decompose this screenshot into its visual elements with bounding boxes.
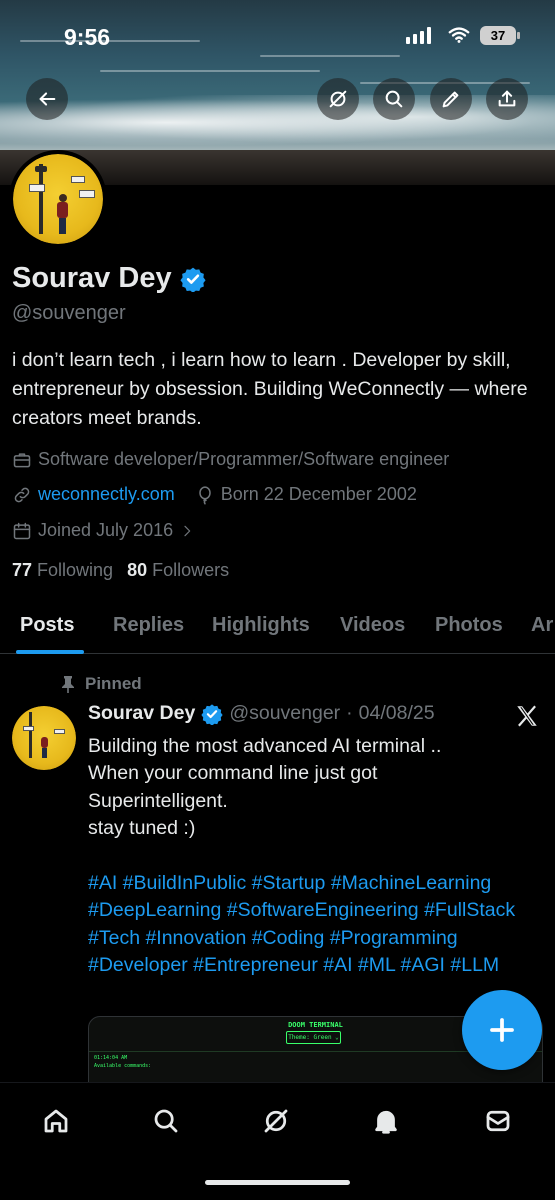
profile-name: Sourav Dey — [12, 262, 172, 294]
post-author-avatar[interactable] — [12, 706, 76, 770]
search-icon — [154, 1109, 178, 1133]
grok-icon — [264, 1109, 288, 1133]
tab-videos[interactable]: Videos — [340, 614, 405, 637]
follow-stats: 77 Following 80 Followers — [12, 560, 229, 581]
mail-icon — [486, 1110, 510, 1132]
followers-link[interactable]: 80 Followers — [127, 560, 229, 581]
birthday-text: Born 22 December 2002 — [220, 484, 417, 504]
post-date: 04/08/25 — [358, 702, 435, 724]
profile-bio: i don’t learn tech , i learn how to lear… — [12, 349, 528, 429]
pinned-label: Pinned — [60, 674, 142, 694]
share-button[interactable] — [486, 78, 528, 120]
website-birthday-row: weconnectly.com Born 22 December 2002 — [12, 484, 417, 505]
tab-highlights[interactable]: Highlights — [212, 614, 310, 637]
followers-label: Followers — [152, 560, 230, 580]
profile-handle: @souvenger — [12, 302, 126, 324]
verified-badge-icon — [201, 703, 223, 725]
followers-count: 80 — [127, 560, 148, 580]
grok-button[interactable] — [317, 78, 359, 120]
post-author-handle: @souvenger — [229, 702, 341, 724]
nav-home[interactable] — [36, 1101, 76, 1141]
verified-badge-icon[interactable] — [180, 266, 206, 292]
wifi-icon — [448, 27, 470, 43]
website-link[interactable]: weconnectly.com — [38, 484, 175, 505]
nav-grok[interactable] — [256, 1101, 296, 1141]
following-count: 77 — [12, 560, 33, 580]
tab-replies[interactable]: Replies — [113, 614, 184, 637]
profile-tabs: Posts Replies Highlights Videos Photos A… — [0, 604, 555, 654]
share-icon — [498, 90, 516, 107]
following-label: Following — [37, 560, 114, 580]
back-arrow-icon — [39, 92, 56, 106]
link-icon — [14, 487, 30, 502]
back-button[interactable] — [26, 78, 68, 120]
tab-posts[interactable]: Posts — [20, 614, 74, 637]
edit-pencil-icon — [442, 91, 459, 108]
search-icon — [385, 90, 403, 108]
media-time: 01:14:04 AM — [94, 1055, 128, 1061]
status-bar: 9:56 37 — [0, 0, 555, 75]
following-link[interactable]: 77 Following — [12, 560, 113, 581]
joined-row[interactable]: Joined July 2016 — [12, 520, 195, 541]
grok-icon — [329, 90, 347, 108]
media-theme-select: Theme: Green ⌄ — [286, 1031, 341, 1044]
post-body: Building the most advanced AI terminal .… — [88, 735, 442, 839]
tab-photos[interactable]: Photos — [435, 614, 503, 637]
post-separator: · — [346, 702, 353, 724]
nav-notifications[interactable] — [366, 1101, 406, 1141]
compose-post-button[interactable] — [462, 990, 542, 1070]
calendar-icon — [13, 522, 31, 539]
battery-indicator: 37 — [480, 26, 520, 45]
search-button[interactable] — [373, 78, 415, 120]
home-icon — [44, 1109, 68, 1133]
profession-text: Software developer/Programmer/Software e… — [38, 449, 450, 469]
tab-articles[interactable]: Ar — [531, 614, 553, 637]
post-header: Sourav Dey @souvenger · 04/08/25 — [88, 702, 435, 725]
active-tab-indicator — [16, 650, 84, 654]
cellular-signal-icon — [406, 26, 431, 44]
edit-profile-button[interactable] — [430, 78, 472, 120]
briefcase-icon — [13, 452, 31, 467]
chevron-right-icon — [184, 525, 191, 536]
joined-text: Joined July 2016 — [38, 520, 174, 540]
balloon-icon — [198, 485, 211, 504]
nav-search[interactable] — [146, 1101, 186, 1141]
media-commands: Available commands: — [94, 1063, 152, 1069]
post-author-name[interactable]: Sourav Dey — [88, 702, 195, 725]
pin-icon — [62, 676, 74, 693]
profile-name-row: Sourav Dey — [12, 262, 206, 295]
status-time: 9:56 — [64, 24, 111, 50]
pinned-text: Pinned — [85, 674, 142, 693]
profile-avatar[interactable] — [9, 150, 107, 248]
nav-messages[interactable] — [478, 1101, 518, 1141]
profession-row: Software developer/Programmer/Software e… — [12, 449, 449, 470]
bell-icon — [375, 1110, 397, 1134]
home-indicator — [205, 1180, 350, 1185]
x-logo-icon[interactable] — [514, 703, 540, 729]
post-hashtags[interactable]: #AI #BuildInPublic #Startup #MachineLear… — [88, 870, 548, 979]
plus-icon — [490, 1018, 514, 1042]
